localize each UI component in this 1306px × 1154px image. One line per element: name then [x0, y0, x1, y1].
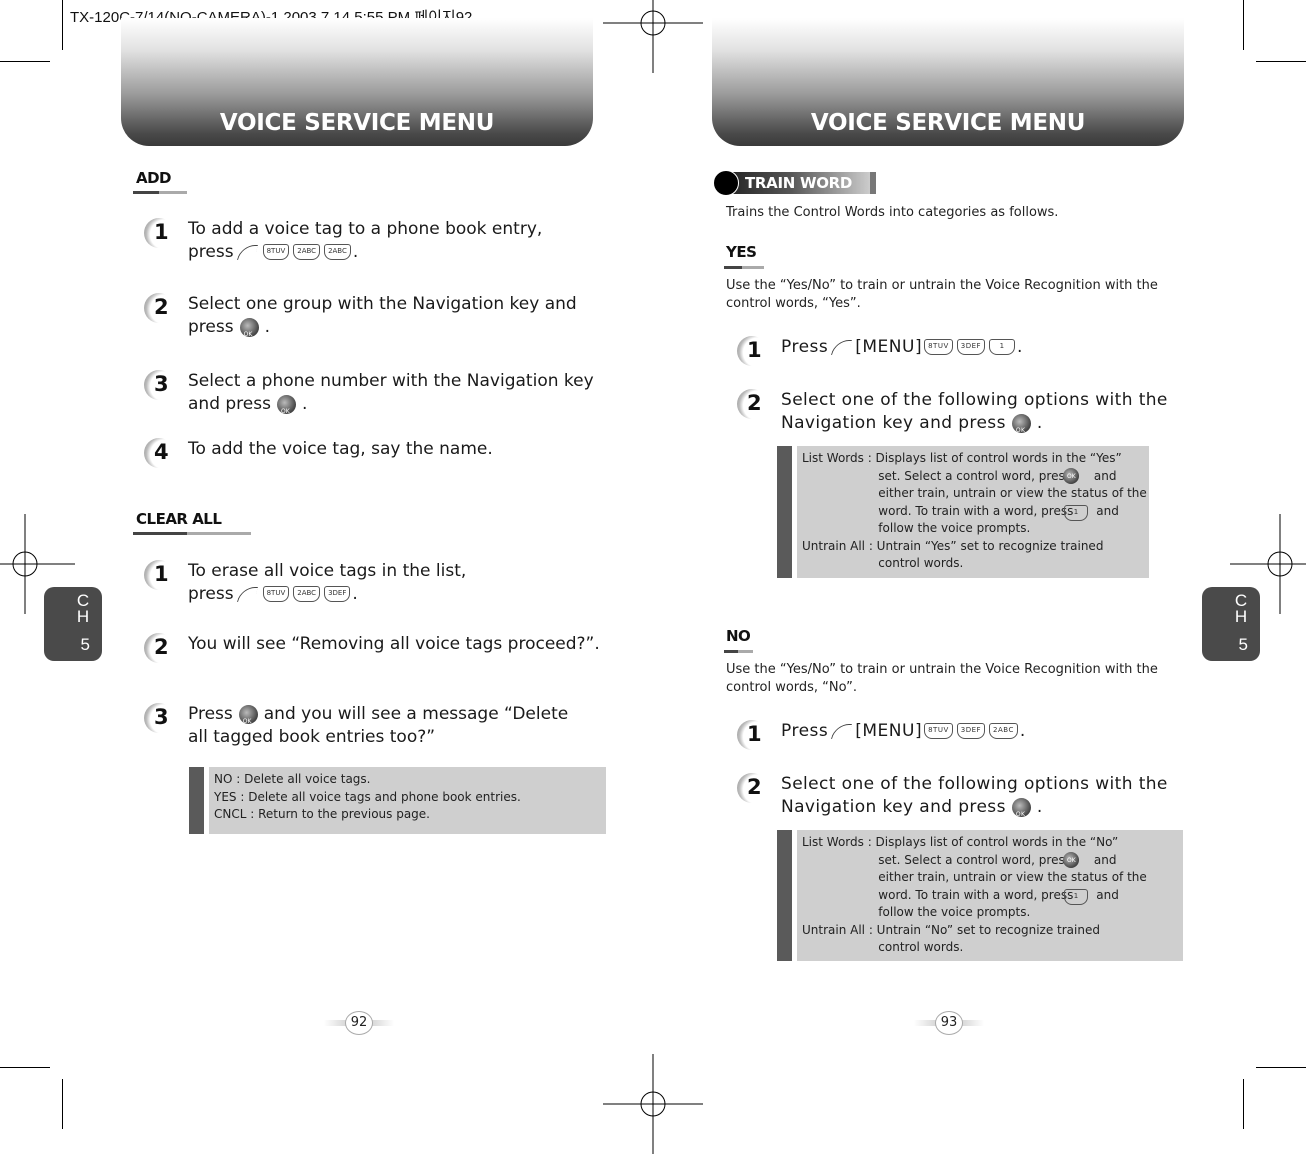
key-8-icon: 8TUV — [924, 723, 953, 739]
note-text: List Words : Displays list of control wo… — [802, 835, 1147, 954]
left-softkey-icon — [831, 339, 853, 355]
key-2-icon: 2ABC — [324, 244, 351, 260]
step-number: 2 — [747, 391, 762, 415]
left-softkey-icon — [236, 244, 258, 260]
step-number: 3 — [154, 705, 169, 729]
key-2-icon: 2ABC — [989, 723, 1018, 739]
page-title: VOICE SERVICE MENU — [219, 110, 495, 136]
crop-mark — [0, 61, 50, 62]
step-text: Select one of the following options with… — [781, 390, 1168, 410]
ok-key-icon — [1063, 852, 1079, 868]
step-text: To erase all voice tags in the list, — [188, 561, 467, 581]
train-word-intro: Trains the Control Words into categories… — [726, 205, 1059, 220]
section-heading-add: ADD — [136, 169, 172, 187]
no-note-box: List Words : Displays list of control wo… — [777, 830, 1183, 961]
yes-description: Use the “Yes/No” to train or untrain the… — [726, 278, 1158, 311]
clear-all-note-box: NO : Delete all voice tags. YES : Delete… — [189, 767, 606, 834]
crop-mark — [62, 0, 63, 50]
note-text: NO : Delete all voice tags. YES : Delete… — [214, 772, 521, 821]
step-number: 2 — [154, 295, 169, 319]
note-bar — [777, 446, 792, 578]
section-heading-no: NO — [726, 627, 751, 645]
ok-key-icon — [238, 704, 258, 733]
no-description: Use the “Yes/No” to train or untrain the… — [726, 662, 1158, 695]
train-word-title: TRAIN WORD — [745, 174, 853, 192]
crop-mark — [1256, 1067, 1306, 1068]
page-number-right: 93 — [914, 1011, 984, 1035]
section-heading-clear-all: CLEAR ALL — [136, 510, 222, 528]
ok-key-icon — [1011, 413, 1031, 442]
step-number: 1 — [747, 338, 762, 362]
ok-key-icon — [1011, 797, 1031, 826]
crop-mark — [1256, 61, 1306, 62]
chapter-tab: CH 5 — [44, 587, 102, 661]
note-bar — [189, 767, 204, 834]
chapter-h: H — [76, 607, 90, 626]
chapter-tab: CH 5 — [1202, 587, 1260, 661]
key-3-icon: 3DEF — [956, 723, 986, 739]
key-3-icon: 3DEF — [956, 339, 986, 355]
section-underline — [724, 266, 764, 269]
registration-mark-icon — [603, 1054, 703, 1154]
key-3-icon: 3DEF — [324, 586, 351, 602]
step-text: Select a phone number with the Navigatio… — [188, 371, 594, 391]
left-softkey-icon — [236, 586, 258, 602]
step-number: 1 — [747, 722, 762, 746]
right-page-banner: VOICE SERVICE MENU — [712, 18, 1184, 146]
chapter-h: H — [1234, 607, 1248, 626]
ok-key-icon — [1063, 468, 1079, 484]
section-underline — [133, 191, 187, 194]
page-title: VOICE SERVICE MENU — [810, 110, 1086, 136]
crop-mark — [1243, 1079, 1244, 1129]
key-1-icon: 1 — [1064, 505, 1088, 521]
yes-note-box: List Words : Displays list of control wo… — [777, 446, 1149, 578]
left-page-banner: VOICE SERVICE MENU — [121, 18, 593, 146]
key-8-icon: 8TUV — [262, 244, 290, 260]
step-number: 4 — [154, 440, 169, 464]
chapter-number: 5 — [1238, 635, 1248, 654]
key-8-icon: 8TUV — [924, 339, 953, 355]
left-softkey-icon — [831, 723, 853, 739]
crop-mark — [1243, 0, 1244, 50]
key-2-icon: 2ABC — [293, 244, 321, 260]
section-underline — [724, 650, 753, 653]
key-8-icon: 8TUV — [262, 586, 290, 602]
ok-key-icon — [239, 317, 259, 346]
page-number-left: 92 — [324, 1011, 394, 1035]
step-text: Select one of the following options with… — [781, 774, 1168, 794]
crop-mark — [62, 1079, 63, 1129]
registration-mark-icon — [603, 0, 703, 73]
step-text: To add a voice tag to a phone book entry… — [188, 219, 543, 239]
chapter-number: 5 — [80, 635, 90, 654]
section-underline — [133, 532, 251, 535]
bullet-icon — [713, 170, 739, 196]
note-text: List Words : Displays list of control wo… — [802, 451, 1147, 570]
note-bar — [777, 830, 792, 961]
step-text: Select one group with the Navigation key… — [188, 294, 577, 314]
step-number: 2 — [747, 775, 762, 799]
key-1-icon: 1 — [1064, 889, 1088, 905]
step-text: To add the voice tag, say the name. — [188, 439, 493, 459]
page-number: 93 — [935, 1011, 963, 1035]
step-number: 3 — [154, 372, 169, 396]
step-number: 1 — [154, 220, 169, 244]
step-text: You will see “Removing all voice tags pr… — [188, 634, 600, 654]
page-number: 92 — [345, 1011, 373, 1035]
step-number: 2 — [154, 635, 169, 659]
train-word-label: TRAIN WORD — [713, 170, 876, 196]
key-2-icon: 2ABC — [293, 586, 321, 602]
key-1-icon: 1 — [989, 339, 1016, 355]
section-heading-yes: YES — [726, 243, 757, 261]
step-number: 1 — [154, 562, 169, 586]
ok-key-icon — [276, 394, 296, 423]
crop-mark — [0, 1067, 50, 1068]
